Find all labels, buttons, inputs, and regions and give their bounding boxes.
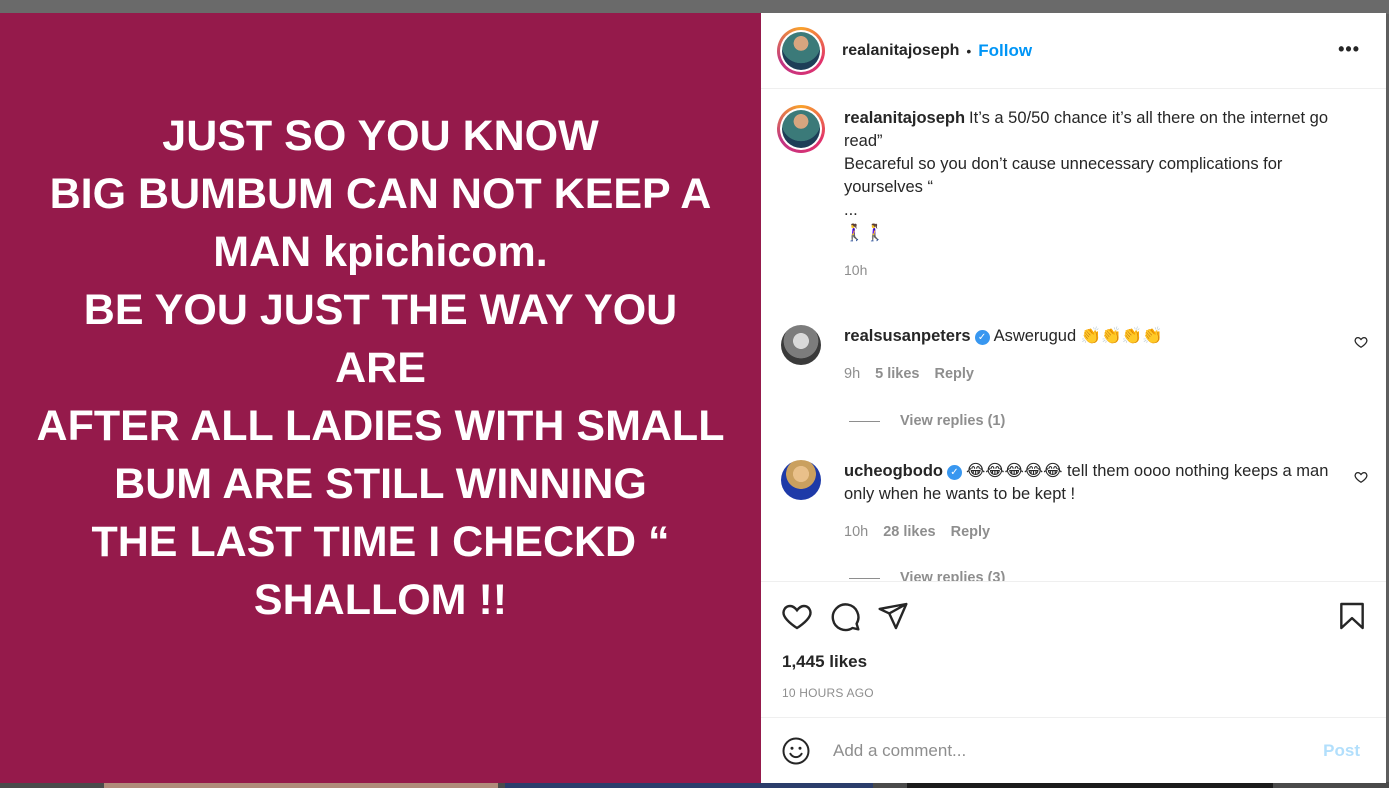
comment-body: ucheogbodo ✓ 😂😂😂😂😂 tell them oooo nothing … bbox=[844, 460, 1334, 544]
caption-emoji: 🚶‍♀️🚶‍♀️ bbox=[844, 224, 886, 242]
verified-badge-icon: ✓ bbox=[974, 330, 990, 345]
reply-button[interactable]: Reply bbox=[934, 363, 974, 386]
post-image-line: THE LAST TIME I CHECKD “ bbox=[91, 518, 670, 566]
post-image-line: MAN kpichicom. bbox=[213, 228, 548, 276]
commenter-avatar[interactable] bbox=[781, 325, 821, 365]
post-caption: realanitajoseph It’s a 50/50 chance it’s … bbox=[777, 105, 1334, 282]
caption-text-line3: ... bbox=[844, 201, 858, 219]
more-options-icon[interactable]: ••• bbox=[1338, 39, 1360, 60]
post-image-line: BIG BUMBUM CAN NOT KEEP A bbox=[49, 170, 712, 218]
post-image-line: BUM ARE STILL WINNING bbox=[114, 460, 647, 508]
save-bookmark-icon[interactable] bbox=[1336, 600, 1368, 632]
view-replies-label: View replies (3) bbox=[900, 570, 1006, 581]
comment-likes[interactable]: 5 likes bbox=[875, 363, 919, 386]
comment-time[interactable]: 10h bbox=[844, 521, 868, 544]
caption-username[interactable]: realanitajoseph bbox=[844, 109, 965, 127]
verified-badge-icon: ✓ bbox=[946, 465, 962, 480]
caption-text-line2: Becareful so you don’t cause unnecessary… bbox=[844, 155, 1283, 196]
comment-like-heart-icon[interactable] bbox=[1354, 470, 1368, 484]
follow-button[interactable]: Follow bbox=[978, 41, 1032, 61]
comment-composer: Post bbox=[761, 717, 1386, 784]
like-heart-icon[interactable] bbox=[781, 600, 813, 632]
separator-dot: • bbox=[966, 42, 972, 59]
post-image-text: JUST SO YOU KNOW BIG BUMBUM CAN NOT KEEP… bbox=[33, 107, 729, 629]
comment-username[interactable]: realsusanpeters bbox=[844, 327, 971, 345]
replies-divider bbox=[849, 577, 880, 579]
comment-likes[interactable]: 28 likes bbox=[883, 521, 935, 544]
comment-meta: 9h 5 likes Reply bbox=[844, 363, 1334, 386]
caption-time[interactable]: 10h bbox=[844, 259, 1334, 282]
post-image-line: SHALLOM !! bbox=[253, 576, 508, 624]
comment-body: realsusanpeters ✓ Aswerugud 👏👏👏👏 9h 5 like… bbox=[844, 325, 1334, 386]
post-image-line: ARE bbox=[335, 344, 426, 392]
comment-text: Aswerugud 👏👏👏👏 bbox=[993, 327, 1163, 345]
post-sidebar: realanitajoseph • Follow ••• realanitajo… bbox=[761, 13, 1386, 783]
post-header: realanitajoseph • Follow ••• bbox=[761, 13, 1386, 89]
post-comment-button[interactable]: Post bbox=[1317, 740, 1366, 762]
post-image-line: JUST SO YOU KNOW bbox=[162, 112, 599, 160]
comment-item: ucheogbodo ✓ 😂😂😂😂😂 tell them oooo nothing … bbox=[781, 460, 1371, 544]
comment-bubble-icon[interactable] bbox=[829, 600, 861, 632]
caption-body: realanitajoseph It’s a 50/50 chance it’s … bbox=[844, 105, 1334, 282]
comment-meta: 10h 28 likes Reply bbox=[844, 521, 1334, 544]
avatar-photo bbox=[782, 31, 820, 70]
comment-time[interactable]: 9h bbox=[844, 363, 860, 386]
post-image-line: BE YOU JUST THE WAY YOU bbox=[83, 286, 678, 334]
post-image[interactable]: JUST SO YOU KNOW BIG BUMBUM CAN NOT KEEP… bbox=[0, 13, 761, 783]
post-timestamp[interactable]: 10 HOURS AGO bbox=[782, 686, 874, 700]
action-icons bbox=[781, 600, 909, 632]
emoji-smiley-icon[interactable] bbox=[781, 736, 811, 766]
comment-item: realsusanpeters ✓ Aswerugud 👏👏👏👏 9h 5 like… bbox=[781, 325, 1371, 386]
comments-list[interactable]: realanitajoseph It’s a 50/50 chance it’s … bbox=[761, 89, 1386, 581]
comment-like-heart-icon[interactable] bbox=[1354, 335, 1368, 349]
view-replies-button[interactable]: View replies (3) bbox=[849, 570, 1005, 581]
comment-username[interactable]: ucheogbodo bbox=[844, 462, 943, 480]
comment-input[interactable] bbox=[831, 740, 1275, 762]
post-actions: 1,445 likes 10 HOURS AGO bbox=[761, 581, 1386, 718]
view-replies-button[interactable]: View replies (1) bbox=[849, 413, 1005, 429]
likes-count[interactable]: 1,445 likes bbox=[782, 652, 867, 672]
background-page-header bbox=[0, 0, 1389, 14]
post-modal: JUST SO YOU KNOW BIG BUMBUM CAN NOT KEEP… bbox=[0, 13, 1386, 783]
view-replies-label: View replies (1) bbox=[900, 413, 1006, 429]
post-image-line: AFTER ALL LADIES WITH SMALL bbox=[36, 402, 725, 450]
replies-divider bbox=[849, 420, 880, 422]
reply-button[interactable]: Reply bbox=[951, 521, 991, 544]
avatar-photo bbox=[782, 110, 820, 148]
caption-avatar[interactable] bbox=[777, 105, 825, 153]
author-username[interactable]: realanitajoseph bbox=[842, 42, 959, 60]
share-send-icon[interactable] bbox=[877, 600, 909, 632]
commenter-avatar[interactable] bbox=[781, 460, 821, 500]
author-avatar[interactable] bbox=[777, 26, 825, 75]
